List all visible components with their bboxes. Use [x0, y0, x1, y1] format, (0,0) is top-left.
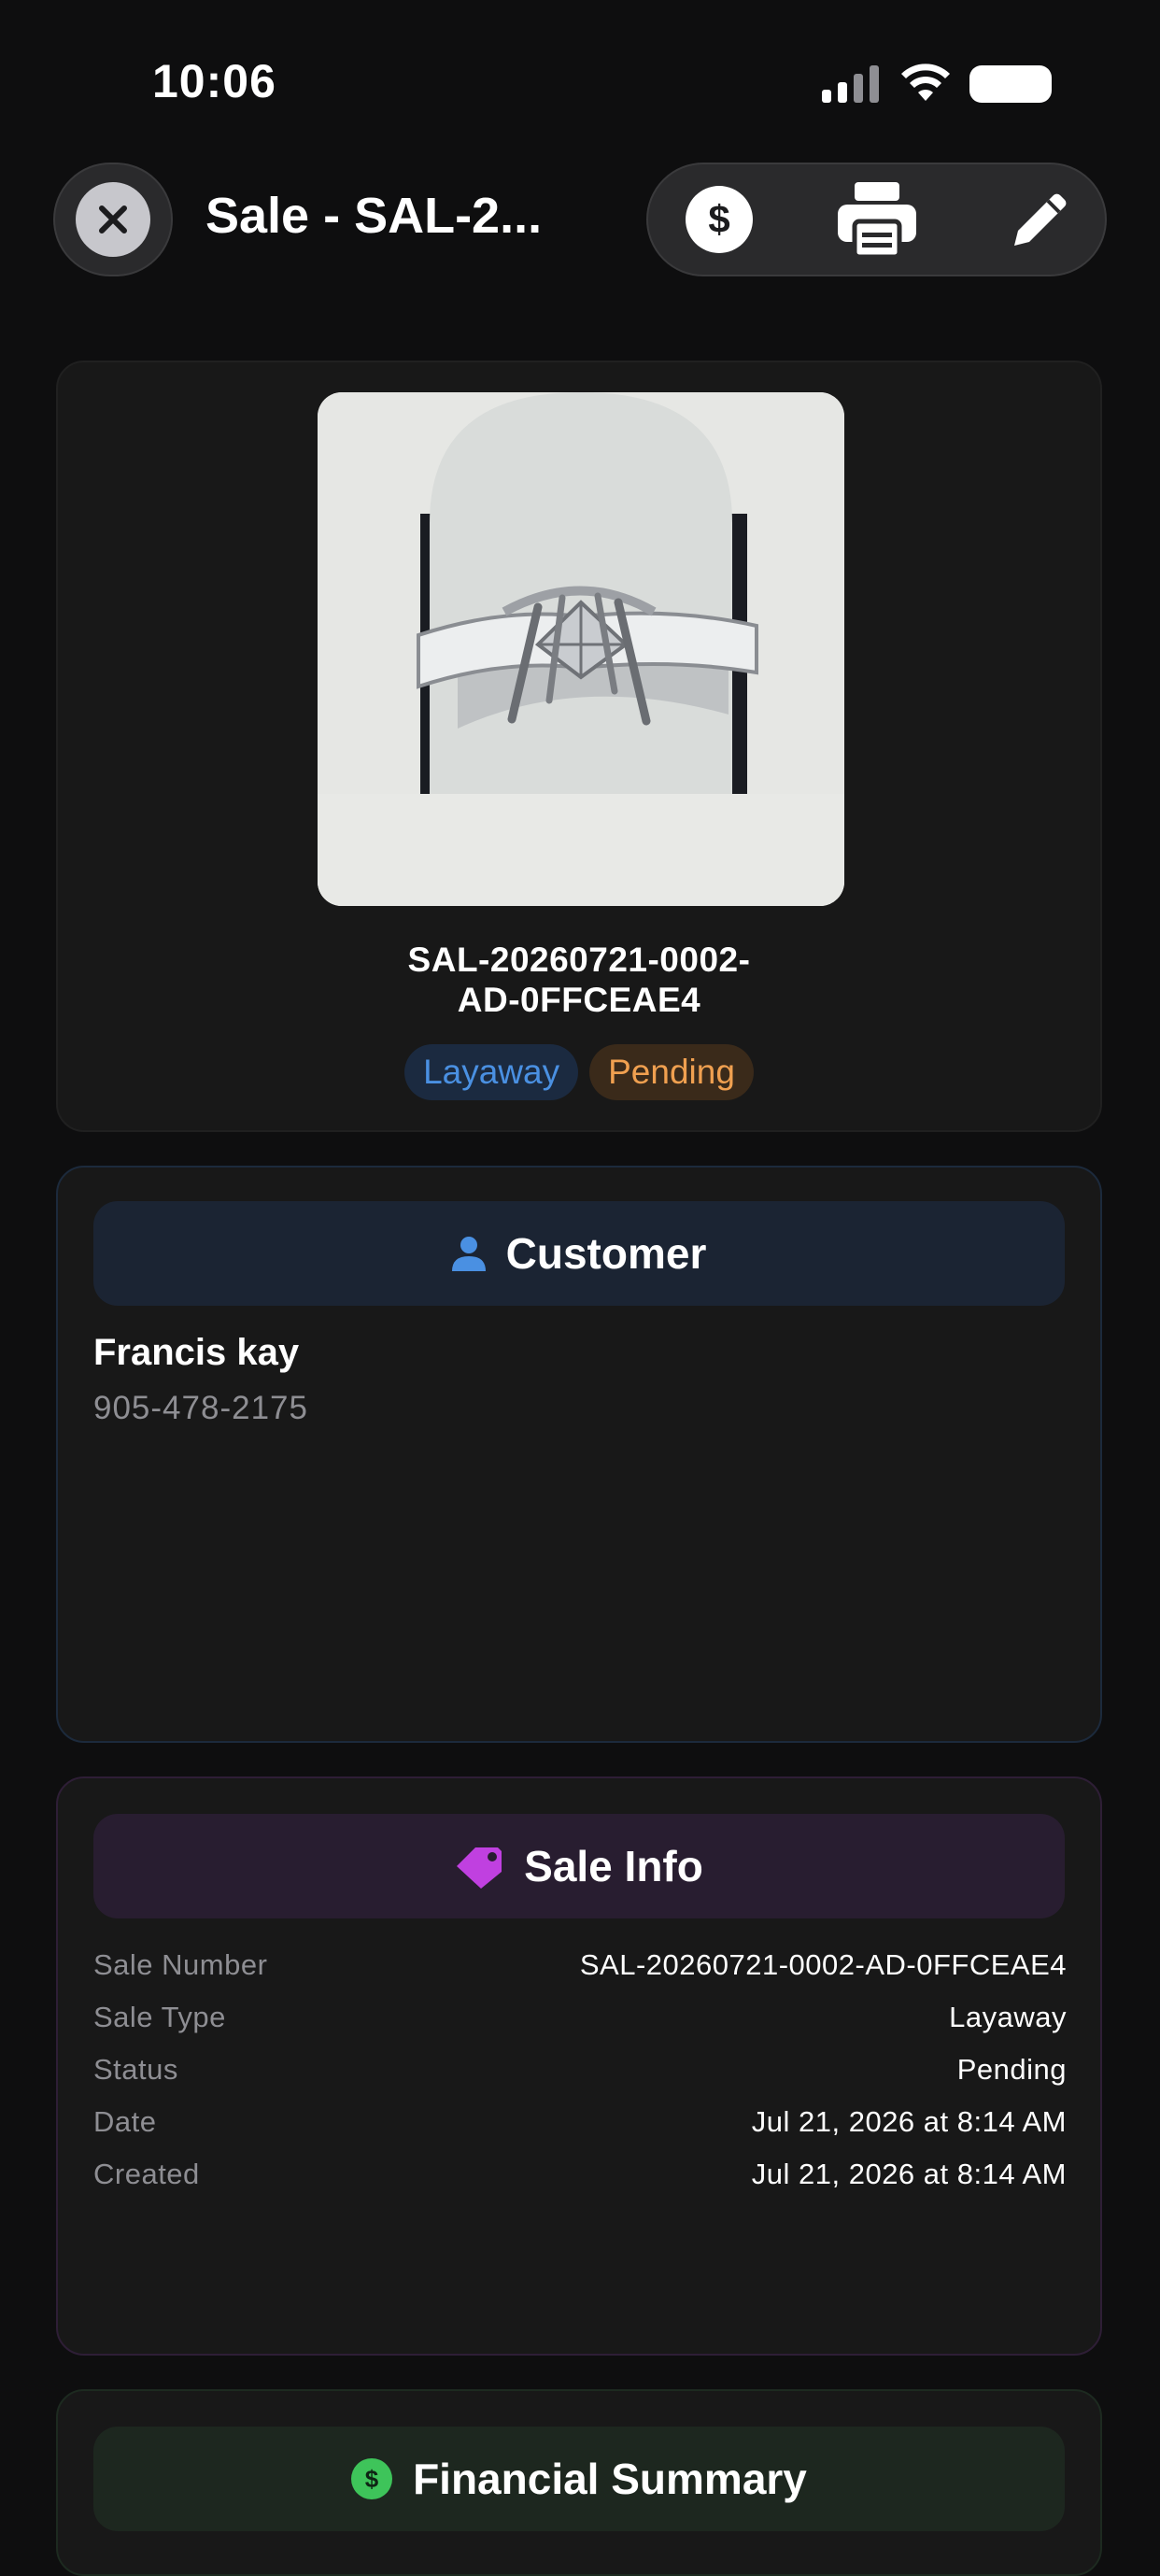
nav-bar: Sale - SAL-2... $: [0, 159, 1160, 290]
info-value: Layaway: [949, 2001, 1067, 2033]
dollar-icon: $: [686, 186, 753, 253]
action-toolbar: $: [646, 163, 1107, 276]
wifi-icon: [901, 64, 950, 101]
printer-icon: [838, 182, 916, 257]
tag-icon: [457, 1847, 502, 1889]
svg-text:$: $: [708, 197, 729, 241]
info-row-sale-type: Sale Type Layaway: [93, 2001, 1067, 2053]
info-row-created: Created Jul 21, 2026 at 8:14 AM: [93, 2158, 1067, 2210]
edit-button[interactable]: [1003, 164, 1078, 275]
person-icon: [451, 1237, 486, 1271]
pencil-icon: [1014, 193, 1067, 246]
info-label: Date: [93, 2105, 157, 2138]
badge-row: Layaway Pending: [58, 1044, 1100, 1100]
sale-code-line1: SAL-20260721-0002-: [407, 941, 751, 979]
status-bar: 10:06: [0, 0, 1160, 159]
customer-phone[interactable]: 905-478-2175: [93, 1390, 308, 1427]
sale-info-card: Sale Info Sale Number SAL-20260721-0002-…: [56, 1776, 1102, 2356]
sale-info-header-label: Sale Info: [524, 1842, 703, 1890]
dollar-circle-icon: $: [351, 2458, 393, 2499]
customer-card: Customer Francis kay 905-478-2175: [56, 1166, 1102, 1743]
sale-type-badge: Layaway: [404, 1044, 579, 1100]
cellular-signal-icon: [822, 65, 879, 103]
product-photo[interactable]: [318, 392, 844, 906]
financial-summary-header: $ Financial Summary: [93, 2427, 1065, 2531]
status-badge: Pending: [589, 1044, 754, 1100]
financial-summary-header-label: Financial Summary: [413, 2455, 807, 2503]
status-time: 10:06: [152, 55, 276, 107]
info-label: Status: [93, 2053, 178, 2086]
sale-info-header: Sale Info: [93, 1814, 1065, 1918]
close-icon: [76, 182, 150, 257]
financial-summary-card: $ Financial Summary: [56, 2389, 1102, 2576]
payment-button[interactable]: $: [682, 164, 757, 275]
info-row-date: Date Jul 21, 2026 at 8:14 AM: [93, 2105, 1067, 2158]
print-button[interactable]: [835, 164, 919, 275]
sale-code: SAL-20260721-0002- AD-0FFCEAE4: [58, 940, 1100, 1020]
info-value: Pending: [956, 2053, 1067, 2086]
info-value: Jul 21, 2026 at 8:14 AM: [751, 2158, 1067, 2190]
info-label: Sale Type: [93, 2001, 226, 2033]
customer-name: Francis kay: [93, 1332, 300, 1373]
info-row-status: Status Pending: [93, 2053, 1067, 2105]
info-row-sale-number: Sale Number SAL-20260721-0002-AD-0FFCEAE…: [93, 1948, 1067, 2001]
info-value: Jul 21, 2026 at 8:14 AM: [751, 2105, 1067, 2138]
svg-text:$: $: [365, 2465, 379, 2493]
sale-code-line2: AD-0FFCEAE4: [457, 981, 701, 1019]
page-title: Sale - SAL-2...: [205, 188, 543, 244]
customer-header-label: Customer: [505, 1229, 707, 1278]
info-label: Sale Number: [93, 1948, 268, 1981]
info-value: SAL-20260721-0002-AD-0FFCEAE4: [579, 1948, 1067, 1981]
customer-header: Customer: [93, 1201, 1065, 1306]
close-button[interactable]: [53, 163, 173, 276]
battery-icon: [969, 65, 1052, 103]
info-label: Created: [93, 2158, 200, 2190]
product-card: SAL-20260721-0002- AD-0FFCEAE4 Layaway P…: [56, 361, 1102, 1132]
